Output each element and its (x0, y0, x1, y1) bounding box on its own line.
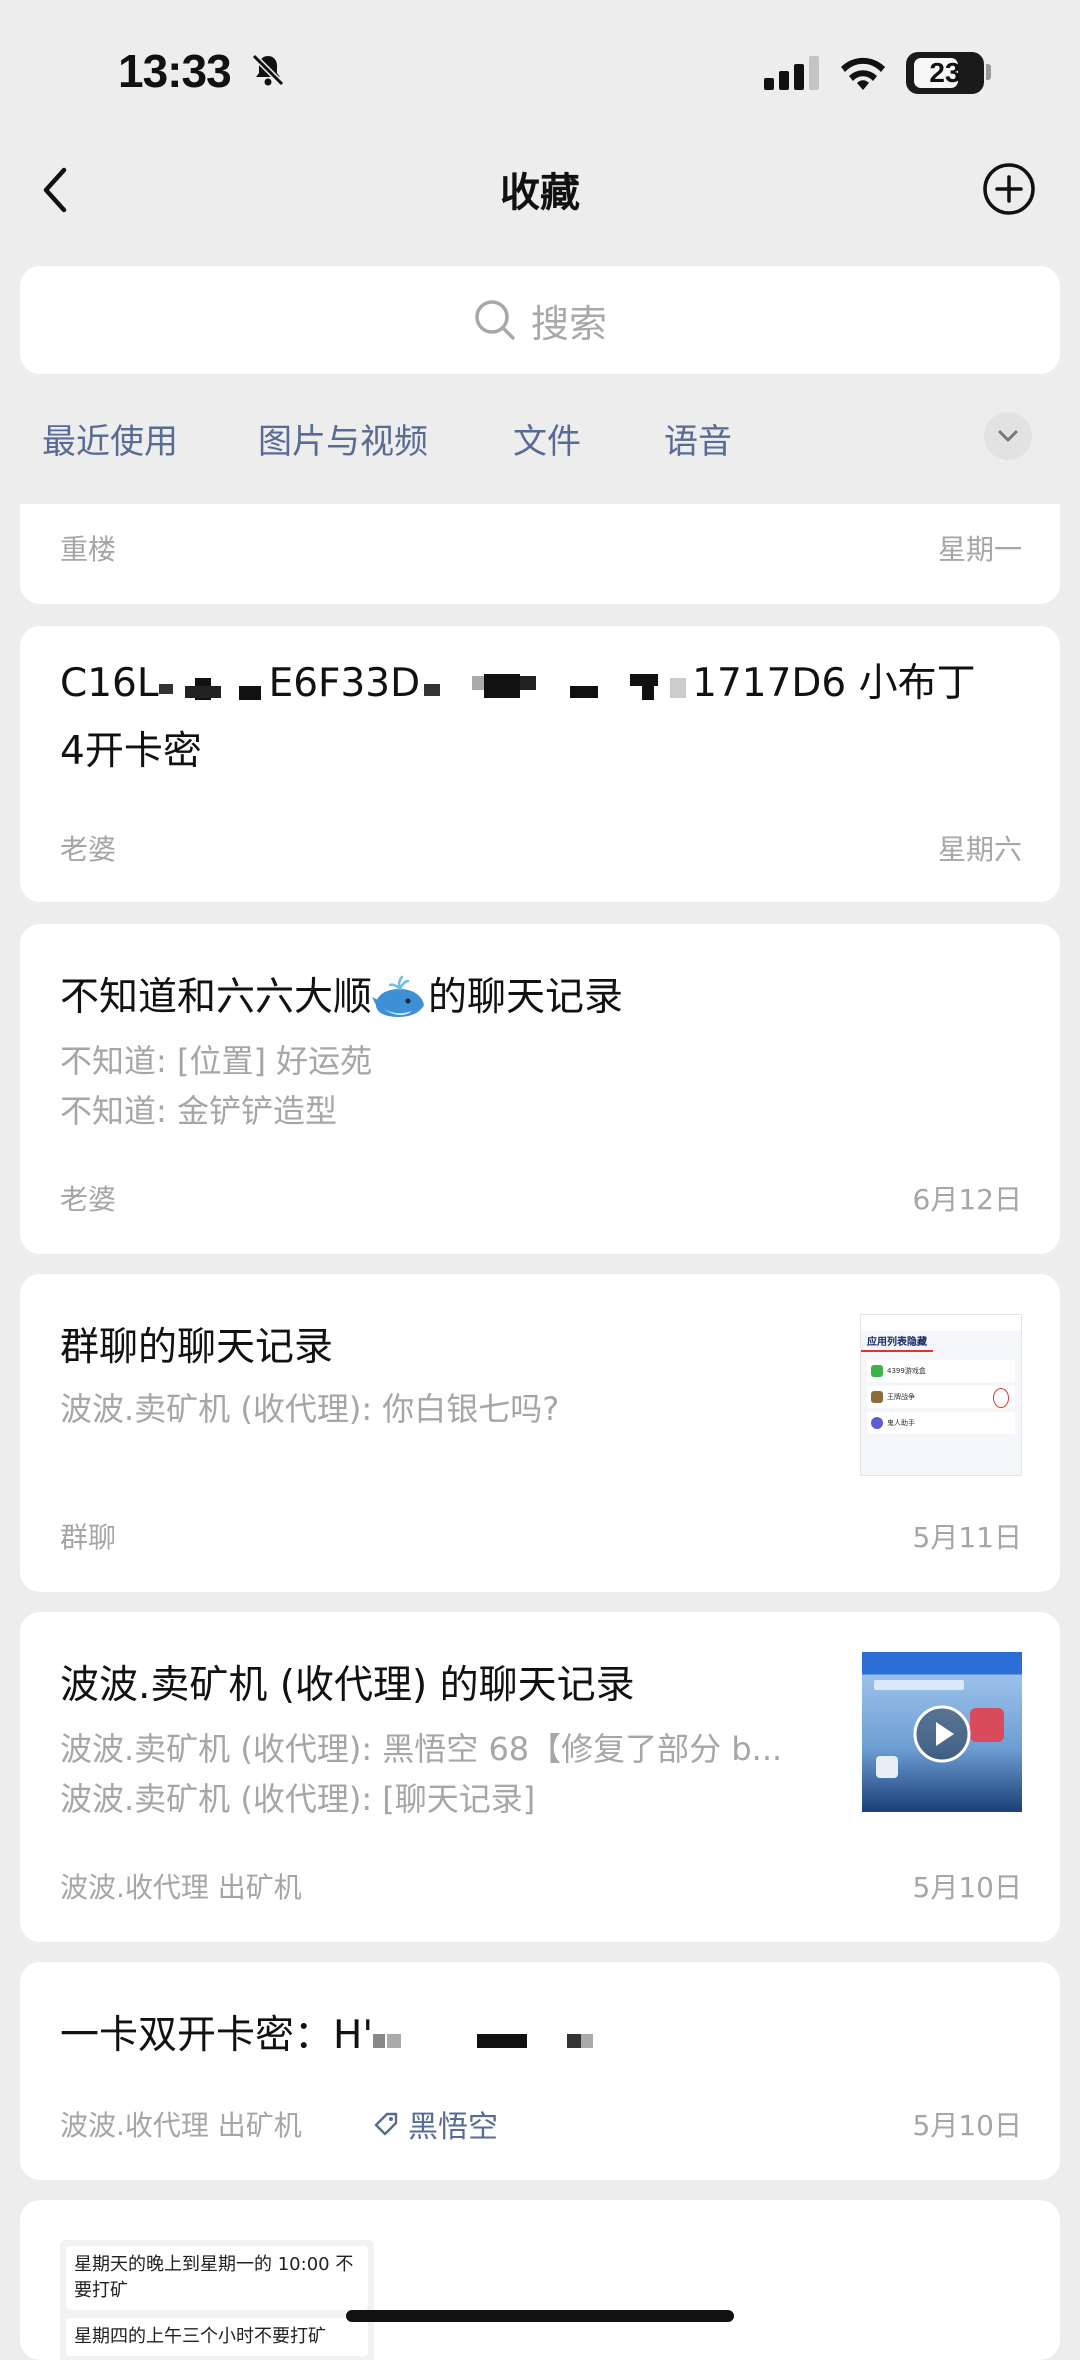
item-date: 5月10日 (912, 2109, 1022, 2142)
item-title: 一卡双开卡密：H' (60, 2002, 613, 2070)
play-icon (913, 1705, 971, 1763)
favorite-item[interactable]: 波波.卖矿机 (收代理) 的聊天记录 波波.卖矿机 (收代理): 黑悟空 68【… (20, 1612, 1060, 1942)
item-date: 6月12日 (912, 1183, 1022, 1216)
tab-recent[interactable]: 最近使用 (42, 414, 178, 463)
tab-images-videos[interactable]: 图片与视频 (258, 414, 428, 463)
chevron-down-icon (998, 430, 1018, 442)
wifi-icon (841, 57, 885, 90)
favorite-item[interactable]: 一卡双开卡密：H' 波波.收代理 出矿机 黑悟空 5月10日 (20, 1962, 1060, 2180)
title-text: 的聊天记录 (428, 975, 624, 1020)
title-text: C16L (60, 661, 159, 706)
title-text: 1717D6 小布丁 (692, 661, 976, 706)
item-title: 波波.卖矿机 (收代理) 的聊天记录 (60, 1663, 635, 1708)
favorite-item[interactable]: 重楼 星期一 (20, 504, 1060, 604)
cellular-signal-icon (764, 56, 819, 90)
category-tabs: 最近使用 图片与视频 文件 语音 (0, 400, 1080, 480)
item-title: 群聊的聊天记录 (60, 1325, 334, 1370)
title-text: E6F33D (268, 661, 421, 706)
item-title: 不知道和六六大顺 的聊天记录 (60, 964, 623, 1032)
add-circle-icon[interactable] (982, 162, 1036, 216)
redaction-mosaic (424, 673, 687, 700)
note-line: 星期四的上午三个小时不要打矿 (66, 2318, 368, 2356)
item-tag[interactable]: 黑悟空 (372, 2102, 498, 2146)
item-source: 重楼 (60, 533, 117, 566)
item-date: 星期六 (937, 833, 1022, 866)
thumb-header: 应用列表隐藏 (861, 1331, 933, 1352)
thumb-row: 鬼人助手 (887, 1419, 915, 1427)
favorite-item[interactable]: 星期天的晚上到星期一的 10:00 不要打矿 星期四的上午三个小时不要打矿 (20, 2200, 1060, 2360)
battery-icon: 23 (906, 52, 984, 94)
note-image: 星期天的晚上到星期一的 10:00 不要打矿 星期四的上午三个小时不要打矿 (60, 2240, 374, 2360)
search-bar[interactable]: 搜索 (20, 266, 1060, 374)
item-source: 老婆 (60, 833, 117, 866)
whale-emoji-icon (372, 975, 425, 1017)
home-indicator[interactable] (346, 2310, 734, 2322)
battery-level: 23 (929, 57, 961, 88)
item-source: 波波.收代理 出矿机 (60, 1871, 302, 1904)
tab-voice[interactable]: 语音 (664, 414, 732, 463)
tab-files[interactable]: 文件 (513, 414, 581, 463)
search-icon (475, 300, 515, 340)
favorite-item[interactable]: 群聊的聊天记录 波波.卖矿机 (收代理): 你白银七吗? 群聊 5月11日 应用… (20, 1274, 1060, 1592)
favorite-item[interactable]: C16L E6F33D 1717D6 小布丁 4开卡密 老婆 星期六 (20, 626, 1060, 902)
item-preview-line: 不知道: 金铲铲造型 (60, 1092, 337, 1130)
item-date: 星期一 (937, 533, 1022, 566)
thumb-row: 4399游戏盒 (887, 1367, 926, 1375)
item-date: 5月11日 (912, 1521, 1022, 1554)
item-source: 波波.收代理 出矿机 (60, 2109, 302, 2142)
page-title: 收藏 (500, 170, 580, 216)
status-time: 13:33 (118, 45, 232, 97)
tag-icon (374, 2112, 398, 2136)
bell-slash-icon (251, 53, 285, 87)
thumb-row: 王牌战争 (887, 1393, 915, 1401)
tag-label: 黑悟空 (408, 2110, 498, 2145)
favorite-item[interactable]: 不知道和六六大顺 的聊天记录 不知道: [位置] 好运苑 不知道: 金铲铲造型 老… (20, 924, 1060, 1254)
video-thumbnail[interactable] (862, 1652, 1022, 1812)
item-date: 5月10日 (912, 1871, 1022, 1904)
title-text: 一卡双开卡密：H' (60, 2013, 374, 2058)
item-preview-line: 波波.卖矿机 (收代理): 你白银七吗? (60, 1390, 560, 1428)
item-preview-line: 波波.卖矿机 (收代理): 黑悟空 68【修复了部分 b... (60, 1730, 783, 1768)
redaction-mosaic (373, 2033, 594, 2048)
item-title: C16L E6F33D 1717D6 小布丁 (60, 650, 1020, 718)
item-preview-line: 不知道: [位置] 好运苑 (60, 1042, 373, 1080)
item-source: 老婆 (60, 1183, 117, 1216)
redaction-mosaic (158, 677, 261, 700)
title-text: 不知道和六六大顺 (60, 975, 373, 1020)
note-line: 星期天的晚上到星期一的 10:00 不要打矿 (66, 2246, 368, 2310)
more-tabs-button[interactable] (984, 412, 1032, 460)
search-placeholder: 搜索 (530, 301, 607, 346)
item-thumbnail: 应用列表隐藏 4399游戏盒 王牌战争 鬼人助手 (860, 1314, 1022, 1476)
item-source: 群聊 (60, 1521, 117, 1554)
item-title-line2: 4开卡密 (60, 729, 202, 774)
item-preview-line: 波波.卖矿机 (收代理): [聊天记录] (60, 1780, 536, 1818)
